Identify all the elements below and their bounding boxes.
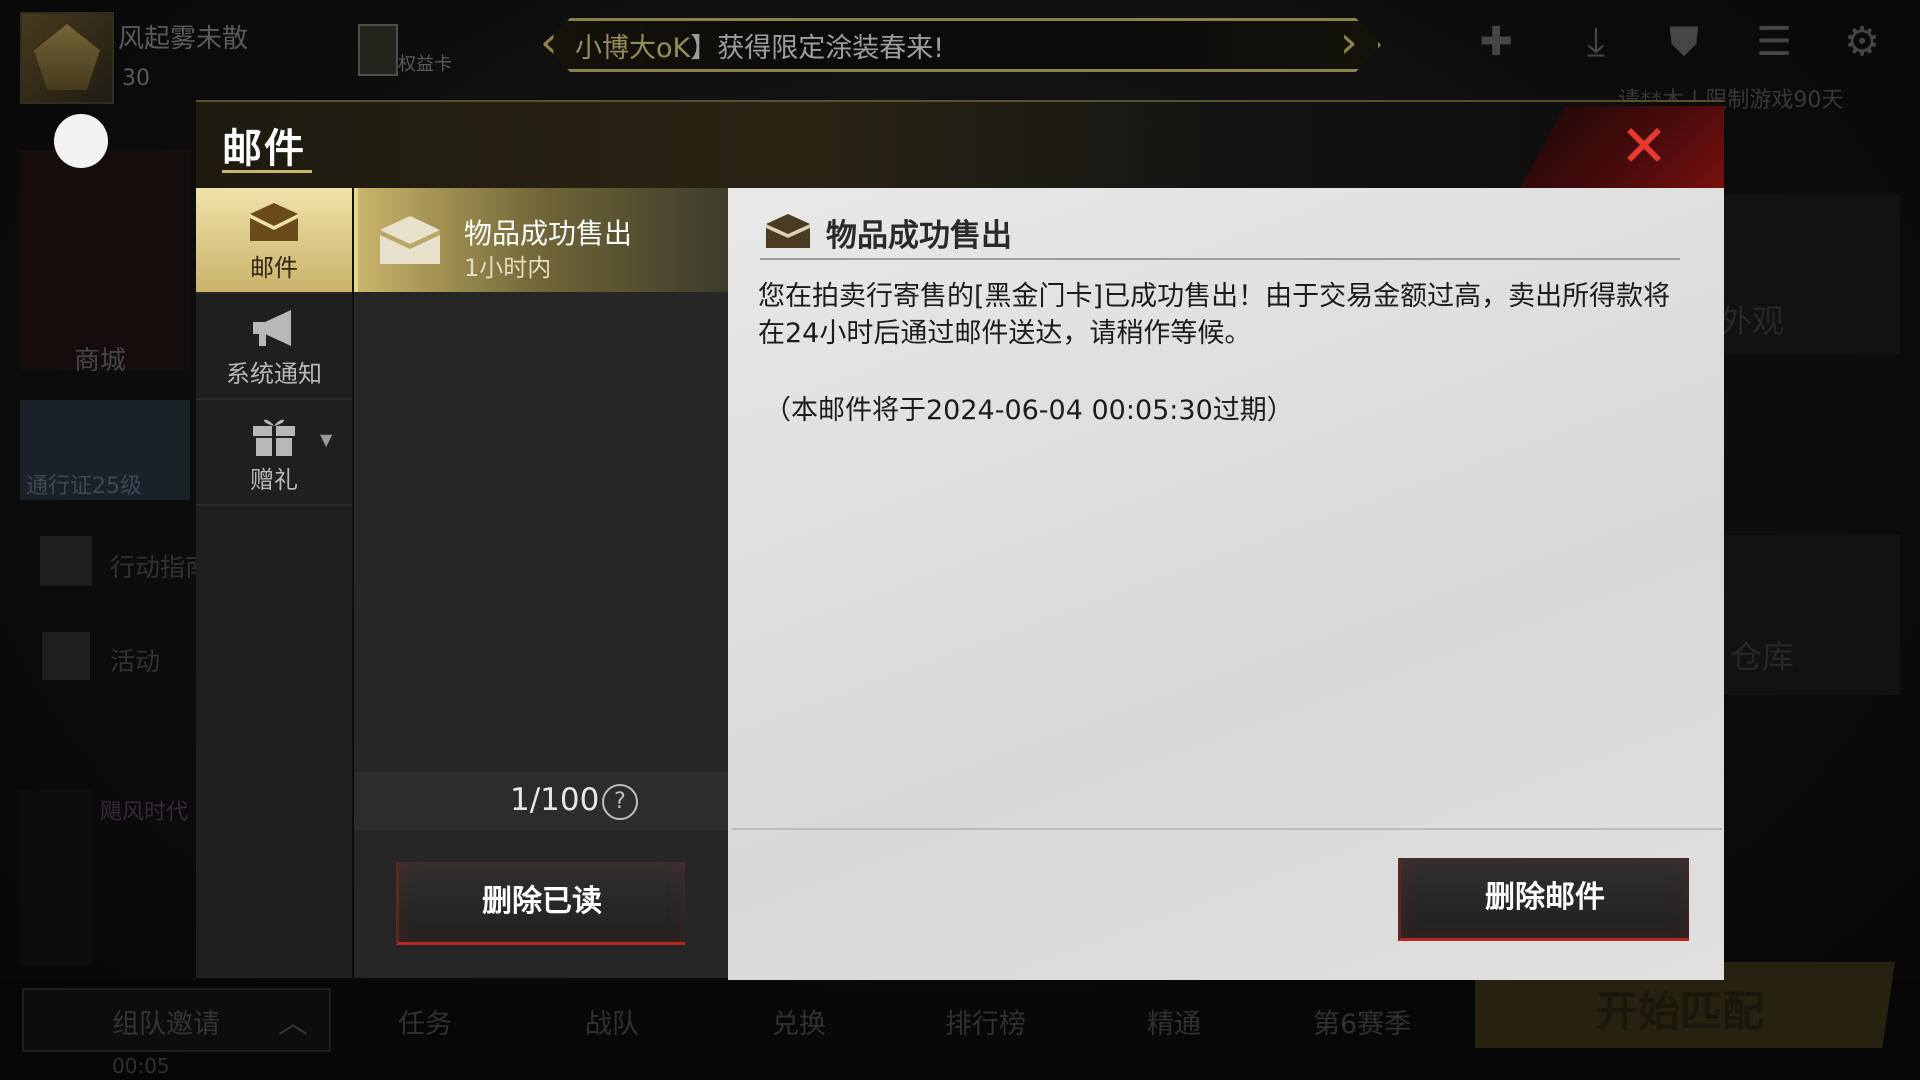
gift-icon: [253, 419, 295, 456]
envelope-icon: [766, 214, 810, 248]
mail-content-body: 您在拍卖行寄售的[黑金门卡]已成功售出！由于交易金额过高，卖出所得款将在24小时…: [758, 281, 1671, 349]
mail-expire-text: （本邮件将于2024-06-04 00:05:30过期）: [764, 395, 1294, 426]
mail-content-title: 物品成功售出: [826, 218, 1012, 254]
category-divider: [196, 504, 352, 506]
close-icon[interactable]: ✕: [1610, 114, 1678, 178]
dialog-header: [196, 100, 1724, 190]
mail-list: [354, 188, 728, 978]
mail-item-time: 1小时内: [464, 254, 552, 282]
delete-read-button[interactable]: 删除已读: [396, 862, 685, 945]
category-label: 邮件: [250, 254, 298, 282]
content-divider: [760, 258, 1680, 260]
category-label: 系统通知: [226, 360, 322, 388]
megaphone-icon: [253, 310, 291, 346]
category-tab-mail[interactable]: 邮件: [196, 188, 352, 292]
title-underline: [222, 170, 312, 173]
category-label: 赠礼: [250, 466, 298, 494]
category-tab-system-notice[interactable]: 系统通知: [196, 294, 352, 398]
help-question-icon[interactable]: ?: [602, 784, 638, 820]
delete-mail-button[interactable]: 删除邮件: [1398, 858, 1689, 941]
category-tab-gift[interactable]: 赠礼 ▼: [196, 400, 352, 504]
mail-item-title: 物品成功售出: [464, 217, 633, 250]
floating-assist-button[interactable]: [54, 114, 108, 168]
envelope-icon: [380, 216, 440, 264]
dropdown-caret-icon[interactable]: ▼: [320, 430, 332, 449]
mail-count: 1/100: [510, 782, 600, 818]
dialog-title: 邮件: [222, 126, 306, 172]
envelope-icon: [250, 203, 298, 241]
footer-divider: [732, 828, 1722, 830]
